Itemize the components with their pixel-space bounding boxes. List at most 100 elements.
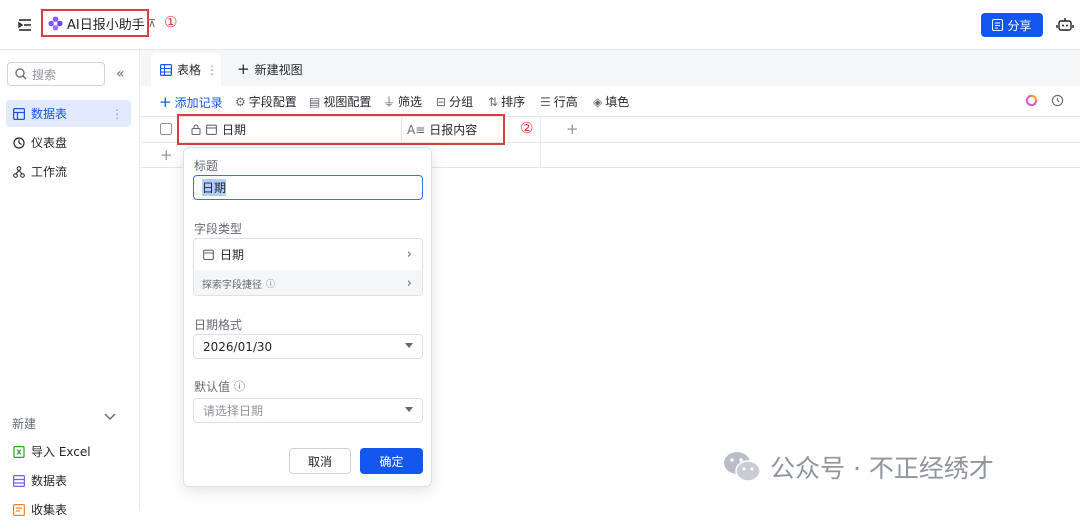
sidebar-item-label: 数据表 — [31, 474, 68, 488]
field-type-label: 字段类型 — [194, 222, 243, 236]
text-icon: A≡ — [407, 122, 426, 137]
search-placeholder: 搜索 — [32, 67, 57, 82]
caret-down-icon — [405, 407, 413, 412]
pin-icon[interactable]: ⊼ — [148, 17, 156, 30]
caret-down-icon — [405, 343, 413, 348]
info-icon: ⓘ — [266, 279, 276, 290]
add-record-button[interactable]: + 添加记录 — [159, 93, 223, 111]
sidebar-item-import-excel[interactable]: 导入 Excel — [6, 438, 131, 465]
add-row-icon[interactable]: + — [160, 146, 173, 164]
view-config-label: 视图配置 — [323, 95, 372, 109]
field-config-button[interactable]: ⚙ 字段配置 — [235, 93, 297, 110]
grid-icon — [160, 63, 172, 76]
sort-button[interactable]: ⇅ 排序 — [488, 93, 525, 110]
explore-label: 探索字段捷径 — [202, 279, 262, 291]
group-label: 分组 — [449, 95, 474, 109]
column-label: 日报内容 — [429, 123, 478, 137]
date-format-select[interactable]: 2026/01/30 — [193, 334, 423, 359]
date-format-value: 2026/01/30 — [203, 339, 273, 354]
app-title[interactable]: AI日报小助手 — [41, 9, 149, 37]
default-value-placeholder: 请选择日期 — [203, 404, 264, 418]
filter-icon: ⏚ — [383, 95, 396, 109]
toolbar: + 添加记录 ⚙ 字段配置 ▤ 视图配置 ⏚ 筛选 ⊟ 分组 ⇅ 排序 ☰ 行高 ◈ 填色 — [141, 86, 1080, 116]
group-button[interactable]: ⊟ 分组 — [436, 93, 473, 110]
sort-label: 排序 — [501, 95, 526, 109]
lock-icon — [191, 124, 201, 135]
cancel-button[interactable]: 取消 — [289, 448, 351, 474]
row-height-icon: ☰ — [540, 94, 551, 109]
history-icon[interactable] — [1051, 94, 1064, 107]
info-icon: ⓘ — [234, 380, 246, 393]
view-config-icon: ▤ — [309, 94, 321, 109]
column-header-date[interactable]: 日期 — [181, 117, 402, 142]
plus-icon: + — [237, 60, 250, 78]
sidebar-item-dashboard[interactable]: 仪表盘 — [6, 129, 131, 156]
app-logo-icon — [48, 15, 63, 31]
search-icon — [15, 68, 27, 80]
chevron-right-icon: › — [406, 275, 412, 291]
row-height-label: 行高 — [553, 95, 578, 109]
sidebar-item-label: 工作流 — [31, 165, 68, 179]
field-type-value: 日期 — [220, 248, 245, 262]
watermark-text: 公众号 · 不正经绣才 — [770, 454, 994, 483]
ai-assistant-icon[interactable] — [1025, 94, 1038, 107]
field-type-select[interactable]: 日期 › — [194, 239, 422, 270]
sidebar-item-label: 导入 Excel — [31, 445, 91, 459]
select-all-checkbox[interactable] — [160, 123, 172, 135]
workflow-icon — [13, 165, 25, 178]
field-title-input[interactable]: 日期 — [193, 175, 423, 200]
filter-button[interactable]: ⏚ 筛选 — [383, 93, 422, 110]
date-format-label: 日期格式 — [194, 318, 243, 332]
grid-header: 日期 A≡ 日报内容 + — [141, 116, 1080, 143]
field-type-box: 日期 › 探索字段捷径 ⓘ › — [193, 238, 423, 296]
annotation-marker-1: ① — [164, 13, 178, 31]
default-value-label-row: 默认值 ⓘ — [194, 378, 245, 395]
default-value-label: 默认值 — [194, 380, 231, 394]
new-section-label: 新建 — [12, 417, 37, 431]
search-input[interactable]: 搜索 — [7, 62, 105, 86]
annotation-marker-2: ② — [520, 119, 534, 137]
plus-icon: + — [159, 93, 172, 111]
view-config-button[interactable]: ▤ 视图配置 — [309, 93, 371, 110]
paint-bucket-icon: ◈ — [593, 94, 603, 109]
sidebar-toggle-icon[interactable] — [17, 17, 33, 33]
gear-icon: ⚙ — [235, 94, 246, 109]
chevron-right-icon: › — [406, 247, 412, 262]
top-bar: AI日报小助手 ⊼ ① 分享 — [0, 0, 1080, 50]
new-view-button[interactable]: + 新建视图 — [237, 60, 303, 78]
confirm-button[interactable]: 确定 — [360, 448, 423, 474]
field-title-value: 日期 — [202, 179, 227, 196]
watermark: 公众号 · 不正经绣才 — [722, 449, 994, 485]
ai-bot-icon[interactable] — [1056, 15, 1074, 33]
sidebar-item-new-data-table[interactable]: 数据表 — [6, 467, 131, 494]
filter-label: 筛选 — [398, 95, 423, 109]
more-options-icon[interactable]: ⋮ — [111, 107, 123, 121]
share-icon — [992, 19, 1004, 31]
calendar-icon — [206, 124, 217, 135]
wechat-icon — [722, 449, 762, 485]
table-icon — [13, 474, 25, 487]
row-height-button[interactable]: ☰ 行高 — [540, 93, 578, 110]
group-icon: ⊟ — [436, 94, 447, 109]
explore-field-shortcuts[interactable]: 探索字段捷径 ⓘ › — [194, 270, 422, 295]
calendar-icon — [203, 249, 214, 260]
sidebar: 搜索 « 数据表 ⋮ 仪表盘 工作流 新建 导入 Excel 数据表 收集表 — [0, 50, 140, 517]
excel-icon — [13, 445, 25, 458]
field-config-label: 字段配置 — [248, 95, 297, 109]
tab-table-view[interactable]: 表格 ⋮ — [151, 53, 221, 86]
sidebar-item-workflow[interactable]: 工作流 — [6, 158, 131, 185]
view-tab-bar: 表格 ⋮ + 新建视图 — [141, 50, 1080, 86]
tab-label: 表格 — [177, 63, 202, 77]
share-button[interactable]: 分享 — [981, 13, 1043, 37]
fill-color-button[interactable]: ◈ 填色 — [593, 93, 629, 110]
sidebar-item-label: 数据表 — [31, 107, 68, 121]
collapse-sidebar-icon[interactable]: « — [116, 66, 125, 82]
chevron-down-icon[interactable] — [104, 413, 116, 421]
add-record-label: 添加记录 — [174, 95, 223, 110]
default-value-select[interactable]: 请选择日期 — [193, 398, 423, 423]
tab-more-icon[interactable]: ⋮ — [206, 63, 218, 77]
add-column-icon[interactable]: + — [566, 120, 579, 138]
share-label: 分享 — [1007, 18, 1032, 33]
sidebar-item-data-table[interactable]: 数据表 ⋮ — [6, 100, 131, 127]
app-title-text: AI日报小助手 — [67, 17, 145, 33]
